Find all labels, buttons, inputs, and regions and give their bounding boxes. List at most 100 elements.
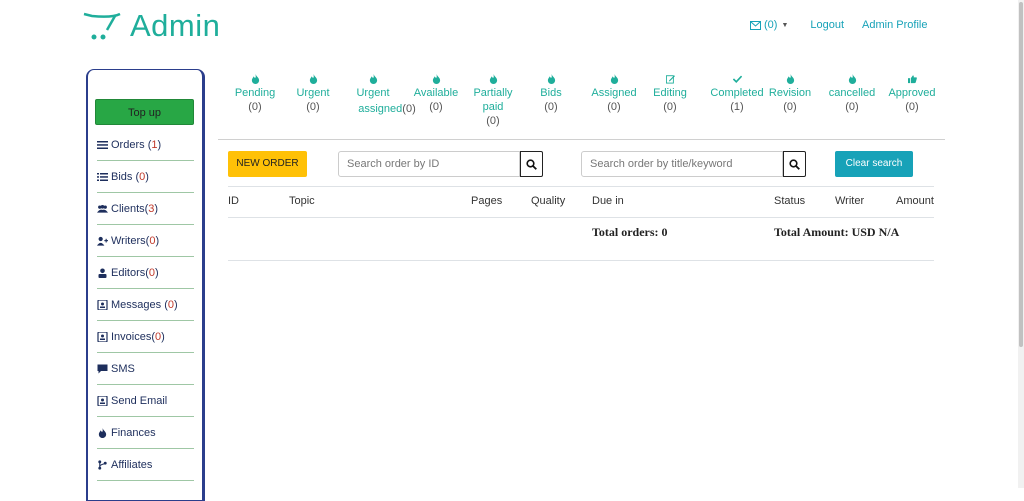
users-icon xyxy=(97,204,108,213)
logout-link[interactable]: Logout xyxy=(810,19,844,31)
search-id-button[interactable] xyxy=(520,151,543,177)
contact-book-icon xyxy=(97,396,108,406)
user-plus-icon xyxy=(97,236,108,246)
search-icon xyxy=(526,158,537,170)
flame-icon xyxy=(489,74,497,84)
sidebar-item-finances[interactable]: Finances xyxy=(97,418,194,449)
status-urgent-assigned[interactable]: Urgent xyxy=(350,74,396,100)
sidebar-item-bids[interactable]: Bids (0) xyxy=(97,162,194,193)
paren: ) xyxy=(157,139,162,151)
search-id-input[interactable] xyxy=(338,151,520,177)
branch-icon xyxy=(98,460,107,470)
status-urgent[interactable]: Urgent (0) xyxy=(292,74,334,114)
status-available[interactable]: Available (0) xyxy=(412,74,460,114)
status-label: Urgent xyxy=(356,87,390,99)
messages-dropdown[interactable]: (0) ▼ xyxy=(750,19,788,31)
sidebar-item-label: Editors xyxy=(111,267,146,279)
sidebar-item-label: Orders xyxy=(111,139,145,151)
search-icon xyxy=(789,158,800,170)
column-pages[interactable]: Pages xyxy=(471,195,502,207)
header: Admin (0) ▼ Logout Admin Profile xyxy=(0,0,1024,56)
sidebar-item-writers[interactable]: Writers(0) xyxy=(97,226,194,257)
flame-icon xyxy=(98,428,107,438)
totals-row: Total orders: 0 Total Amount: USD N/A xyxy=(228,216,934,261)
sidebar: Top up Orders (1) Bids (0) Clients(3) Wr… xyxy=(86,69,205,501)
status-partially-paid[interactable]: Partially paid (0) xyxy=(470,74,516,128)
sidebar-item-label: Messages xyxy=(111,299,162,311)
column-status[interactable]: Status xyxy=(774,195,805,207)
status-label: cancelled xyxy=(828,87,876,99)
sidebar-item-send-email[interactable]: Send Email xyxy=(97,386,194,417)
column-quality[interactable]: Quality xyxy=(531,195,565,207)
check-icon xyxy=(732,75,742,84)
flame-icon xyxy=(547,74,555,84)
column-id[interactable]: ID xyxy=(228,195,239,207)
status-editing[interactable]: Editing (0) xyxy=(648,74,692,114)
status-label: Bids xyxy=(540,87,562,99)
sidebar-item-label: Affiliates xyxy=(111,459,153,471)
sidebar-item-label: SMS xyxy=(111,363,135,375)
sidebar-item-label: Invoices xyxy=(111,331,152,343)
flame-icon xyxy=(432,74,440,84)
admin-profile-link[interactable]: Admin Profile xyxy=(862,19,927,31)
edit-icon xyxy=(665,75,675,84)
status-count: (0) xyxy=(544,101,558,113)
status-revision[interactable]: Revision (0) xyxy=(768,74,812,114)
thumbs-up-icon xyxy=(907,75,917,84)
contact-book-icon xyxy=(97,300,108,310)
status-cancelled[interactable]: cancelled (0) xyxy=(826,74,878,114)
sidebar-item-label: Writers xyxy=(111,235,146,247)
status-label: Partially xyxy=(473,87,513,99)
status-count: (0) xyxy=(845,101,859,113)
status-count: (0) xyxy=(429,101,443,113)
status-count: (0) xyxy=(663,101,677,113)
column-writer[interactable]: Writer xyxy=(835,195,864,207)
status-pending[interactable]: Pending (0) xyxy=(232,74,278,114)
status-label: Revision xyxy=(768,87,812,99)
paren: ) xyxy=(154,203,159,215)
status-approved[interactable]: Approved (0) xyxy=(886,74,938,114)
status-completed[interactable]: Completed (1) xyxy=(708,74,766,114)
sidebar-item-sms[interactable]: SMS xyxy=(97,354,194,385)
sidebar-item-messages[interactable]: Messages (0) xyxy=(97,290,194,321)
paren: ) xyxy=(155,267,159,279)
envelope-icon xyxy=(750,20,761,30)
status-count: (0) xyxy=(486,115,500,127)
brand-title: Admin xyxy=(130,8,221,43)
paren: ) xyxy=(161,331,165,343)
sidebar-item-editors[interactable]: Editors(0) xyxy=(97,258,194,289)
column-topic[interactable]: Topic xyxy=(289,195,315,207)
search-title-button[interactable] xyxy=(783,151,806,177)
paren: ) xyxy=(155,235,160,247)
scrollbar[interactable] xyxy=(1018,0,1024,488)
paren: ) xyxy=(174,299,178,311)
flame-icon xyxy=(786,74,794,84)
clear-search-button[interactable]: Clear search xyxy=(835,151,913,177)
paren: ) xyxy=(145,171,149,183)
status-label: Approved xyxy=(888,87,936,99)
sidebar-item-invoices[interactable]: Invoices(0) xyxy=(97,322,194,353)
contact-book-icon xyxy=(97,332,108,342)
logo[interactable]: Admin xyxy=(82,8,220,44)
status-bids[interactable]: Bids (0) xyxy=(532,74,570,114)
column-due-in[interactable]: Due in xyxy=(592,195,624,207)
top-up-button[interactable]: Top up xyxy=(95,99,194,125)
status-count: (0) xyxy=(306,101,320,113)
caret-down-icon: ▼ xyxy=(781,21,789,29)
sidebar-item-affiliates[interactable]: Affiliates xyxy=(97,450,194,481)
status-count: (0) xyxy=(905,101,919,113)
scrollbar-thumb[interactable] xyxy=(1019,2,1023,347)
total-orders: Total orders: 0 xyxy=(592,225,668,239)
sidebar-item-label: Send Email xyxy=(111,395,168,407)
sidebar-item-orders[interactable]: Orders (1) xyxy=(97,130,194,161)
total-amount: Total Amount: USD N/A xyxy=(774,225,900,239)
new-order-button[interactable]: NEW ORDER xyxy=(228,151,307,177)
status-label: Available xyxy=(413,87,459,99)
status-assigned[interactable]: Assigned (0) xyxy=(588,74,640,114)
status-label: assigned xyxy=(358,103,403,115)
column-amount[interactable]: Amount xyxy=(896,195,934,207)
cart-icon xyxy=(83,12,121,40)
search-title-input[interactable] xyxy=(581,151,783,177)
status-label: Urgent xyxy=(296,87,330,99)
sidebar-item-clients[interactable]: Clients(3) xyxy=(97,194,194,225)
